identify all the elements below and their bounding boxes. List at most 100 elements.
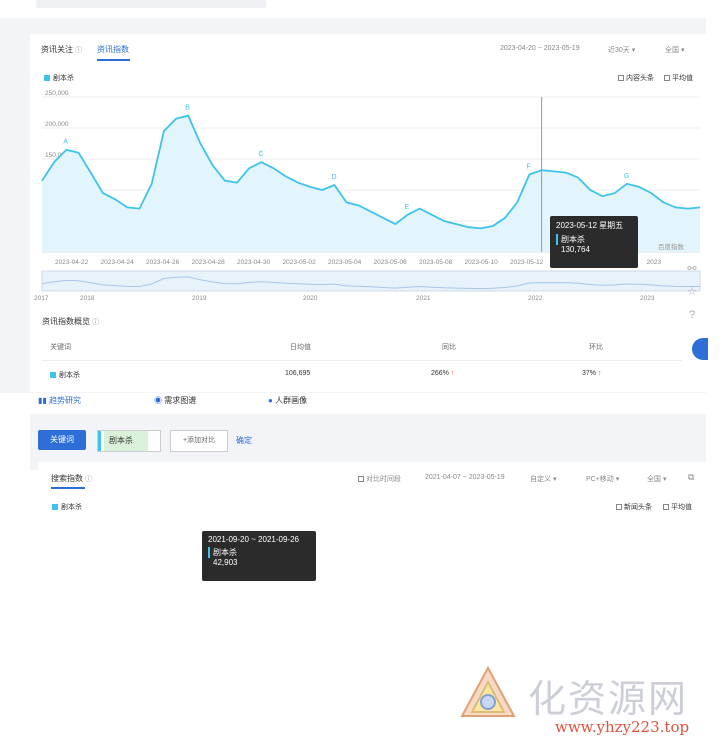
row-yoy: 266% ↑	[431, 370, 454, 377]
add-compare-button[interactable]: +添加对比	[170, 430, 228, 452]
overview-title-text: 资讯指数概览	[42, 317, 90, 326]
legend-swatch	[52, 504, 58, 511]
share-icon[interactable]: ⚯	[685, 262, 699, 276]
tooltip-date: 2023-05-12 星期五	[556, 221, 624, 230]
nav-demand[interactable]: ◉ 需求图谱	[154, 395, 196, 406]
compare-period-checkbox[interactable]: 对比时间段	[358, 474, 401, 484]
row-mom-text: 37%	[582, 370, 597, 377]
chart1-year-label: 2018	[80, 295, 95, 302]
row-mom: 37% ↑	[582, 370, 601, 377]
chart1-point-label: E	[405, 204, 410, 211]
chart1-navigator	[41, 270, 701, 292]
chart1-x-tick-label: 2023-05-08	[419, 259, 453, 266]
region-select[interactable]: 全国 ▾	[647, 474, 666, 484]
row-yoy-text: 266%	[431, 370, 449, 377]
device-text: PC+移动	[586, 476, 614, 483]
arrow-up-icon: ↑	[597, 370, 602, 377]
nav-label: 人群画像	[275, 396, 308, 405]
keyword-input[interactable]: 剧本杀	[97, 430, 161, 452]
checkbox-news-headline[interactable]: 新闻头条	[616, 502, 652, 512]
chart-bar-icon: ▮▮	[38, 396, 47, 405]
chart-watermark: 百度指数	[658, 244, 684, 251]
keyword-button[interactable]: 关键词	[38, 430, 86, 450]
legend-label: 剧本杀	[61, 504, 82, 511]
checkbox-checked-icon	[616, 504, 622, 511]
chart1-x-tick-label: 2023-05-12	[510, 259, 544, 266]
checkbox-icon	[663, 504, 669, 511]
checkbox-label: 对比时间段	[366, 476, 401, 483]
chart1-year-label: 2022	[528, 295, 543, 302]
chart1-x-tick-label: 2023-05-04	[328, 259, 362, 266]
active-tab-underline	[51, 487, 85, 489]
analysis-nav: ▮▮ 趋势研究 ◉ 需求图谱 ● 人群画像	[30, 391, 706, 411]
chart1-y-tick-label: 200,000	[45, 121, 69, 128]
checkbox-average[interactable]: 平均值	[663, 502, 692, 512]
star-icon[interactable]: ☆	[685, 285, 699, 299]
tooltip-value: 130,764	[561, 245, 590, 254]
watermark-text: 化资源网	[528, 677, 689, 721]
radio-icon: ◉	[154, 396, 162, 405]
help-icon[interactable]: ?	[685, 308, 699, 322]
chart1-y-tick-label: 250,000	[45, 90, 69, 97]
chart1-x-tick-label: 2023-04-24	[101, 259, 135, 266]
nav-trend[interactable]: ▮▮ 趋势研究	[38, 395, 81, 406]
row-keyword-text: 剧本杀	[59, 372, 80, 379]
header-avg: 日均值	[290, 344, 311, 351]
legend-swatch	[50, 372, 56, 379]
keyword-text: 剧本杀	[104, 431, 148, 451]
tooltip-series: 剧本杀	[208, 547, 310, 558]
chart1-year-label: 2017	[34, 295, 49, 302]
device-select[interactable]: PC+移动 ▾	[586, 474, 619, 484]
chart1-x-tick-label: 2023-05-06	[374, 259, 408, 266]
chart1-year-label: 2023	[640, 295, 655, 302]
logo-icon	[460, 665, 516, 717]
arrow-up-icon: ↑	[450, 370, 455, 377]
date-range-text: 2021-04-07 ~ 2023-05-19	[425, 474, 505, 481]
info-icon: ⓘ	[85, 476, 93, 483]
watermark-logo	[458, 664, 518, 724]
keyword-color-bar	[98, 431, 101, 451]
tooltip-series: 剧本杀	[556, 234, 632, 245]
chart1-x-tick-label: 2023-05-10	[465, 259, 499, 266]
divider	[42, 360, 682, 361]
row-keyword: 剧本杀	[50, 370, 80, 380]
custom-select[interactable]: 自定义 ▾	[530, 474, 556, 484]
region-text: 全国	[647, 476, 661, 483]
chart1-point-label: F	[526, 164, 530, 171]
chart1-year-label: 2020	[303, 295, 318, 302]
external-link-icon[interactable]: ⧉	[688, 472, 694, 483]
chart1-x-tick-label: 2023-04-26	[146, 259, 180, 266]
tab-search-index[interactable]: 搜索指数 ⓘ	[51, 473, 92, 484]
checkbox-label: 新闻头条	[624, 504, 652, 511]
row-avg: 106,695	[285, 370, 311, 377]
chart1-x-tick-label: 2023	[647, 259, 662, 266]
user-icon: ●	[268, 396, 273, 405]
chart2-legend[interactable]: 剧本杀	[52, 502, 82, 512]
chevron-down-icon: ▾	[615, 476, 620, 483]
overview-title: 资讯指数概览 ⓘ	[42, 316, 99, 327]
chevron-down-icon: ▾	[662, 476, 667, 483]
custom-text: 自定义	[530, 476, 551, 483]
chart1-year-label: 2021	[416, 295, 431, 302]
checkbox-label: 平均值	[671, 504, 692, 511]
header-keyword: 关键词	[50, 344, 71, 351]
chart1-point-label: D	[331, 174, 336, 181]
chart1-point-label: A	[63, 139, 68, 146]
header-yoy: 同比	[442, 344, 456, 351]
chart2-tooltip: 2021-09-20 ~ 2021-09-26 剧本杀 42,903	[202, 531, 316, 581]
tooltip-value: 42,903	[213, 558, 238, 567]
chart1-point-label: C	[258, 151, 263, 158]
nav-crowd[interactable]: ● 人群画像	[268, 395, 307, 406]
chart1-x-tick-label: 2023-04-30	[237, 259, 271, 266]
confirm-button[interactable]: 确定	[236, 435, 252, 446]
tooltip-date: 2021-09-20 ~ 2021-09-26	[208, 535, 299, 544]
nav-label: 趋势研究	[49, 396, 82, 405]
checkbox-icon	[358, 476, 364, 483]
chart1-tooltip: 2023-05-12 星期五 剧本杀 130,764	[550, 216, 638, 268]
date-range-picker[interactable]: 2021-04-07 ~ 2023-05-19	[425, 474, 505, 481]
info-icon: ⓘ	[92, 319, 100, 326]
chart1-x-tick-label: 2023-04-28	[192, 259, 226, 266]
watermark-url: www.yhzy223.top	[555, 718, 690, 736]
nav-label: 需求图谱	[164, 396, 197, 405]
feedback-icon[interactable]	[692, 338, 708, 360]
